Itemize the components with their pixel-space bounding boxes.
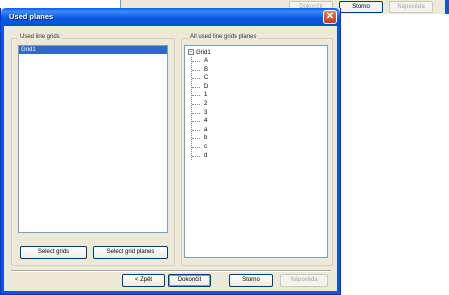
used-planes-dialog: Used planes ✕ Used line grids Grid1 Sele…	[0, 8, 341, 295]
collapse-icon[interactable]: −	[188, 49, 194, 56]
used-line-grids-list[interactable]: Grid1	[18, 45, 168, 233]
finish-button[interactable]: Dokončit	[168, 274, 211, 287]
title-bar[interactable]: Used planes ✕	[1, 8, 340, 26]
tree-item[interactable]: c	[192, 143, 208, 152]
close-icon: ✕	[325, 11, 335, 22]
all-grid-planes-legend: All used line grids planes	[188, 34, 259, 40]
separator	[11, 270, 331, 272]
bg-cancel-button[interactable]: Storno	[339, 1, 383, 13]
tree-item[interactable]: D	[192, 83, 208, 92]
dialog-title: Used planes	[9, 12, 54, 21]
select-grids-button[interactable]: Select grids	[20, 246, 87, 259]
tree-children: A B C D 1 2 3 4 a b c d	[191, 57, 208, 161]
tree-item[interactable]: C	[192, 74, 208, 83]
help-button[interactable]: Nápověda	[280, 274, 328, 287]
list-item[interactable]: Grid1	[19, 46, 167, 54]
cancel-button[interactable]: Storno	[229, 274, 273, 287]
background-window-frame	[445, 0, 449, 14]
tree-item[interactable]: d	[192, 152, 208, 161]
tree-item[interactable]: B	[192, 66, 208, 75]
tree-item[interactable]: a	[192, 126, 208, 135]
used-line-grids-group: Used line grids Grid1 Select grids Selec…	[11, 34, 175, 266]
tree-item[interactable]: 4	[192, 117, 208, 126]
frame-right	[337, 26, 340, 294]
tree-item[interactable]: A	[192, 57, 208, 66]
close-button[interactable]: ✕	[323, 10, 337, 24]
all-grid-planes-group: All used line grids planes − Grid1 A B C …	[181, 34, 333, 266]
tree-item[interactable]: b	[192, 134, 208, 143]
tree-node-grid1[interactable]: − Grid1	[188, 49, 211, 57]
tree-root-label: Grid1	[196, 50, 211, 56]
frame-bottom	[1, 291, 340, 294]
tree-item[interactable]: 1	[192, 91, 208, 100]
tree-item[interactable]: 3	[192, 109, 208, 118]
frame-left	[1, 26, 4, 294]
tree-item[interactable]: 2	[192, 100, 208, 109]
back-button[interactable]: < Zpět	[122, 274, 165, 287]
bg-help-button[interactable]: Nápověda	[389, 1, 433, 13]
grid-planes-tree[interactable]: − Grid1 A B C D 1 2 3 4 a b c d	[184, 45, 328, 258]
used-line-grids-legend: Used line grids	[18, 34, 62, 40]
select-grid-planes-button[interactable]: Select grid planes	[93, 246, 168, 259]
